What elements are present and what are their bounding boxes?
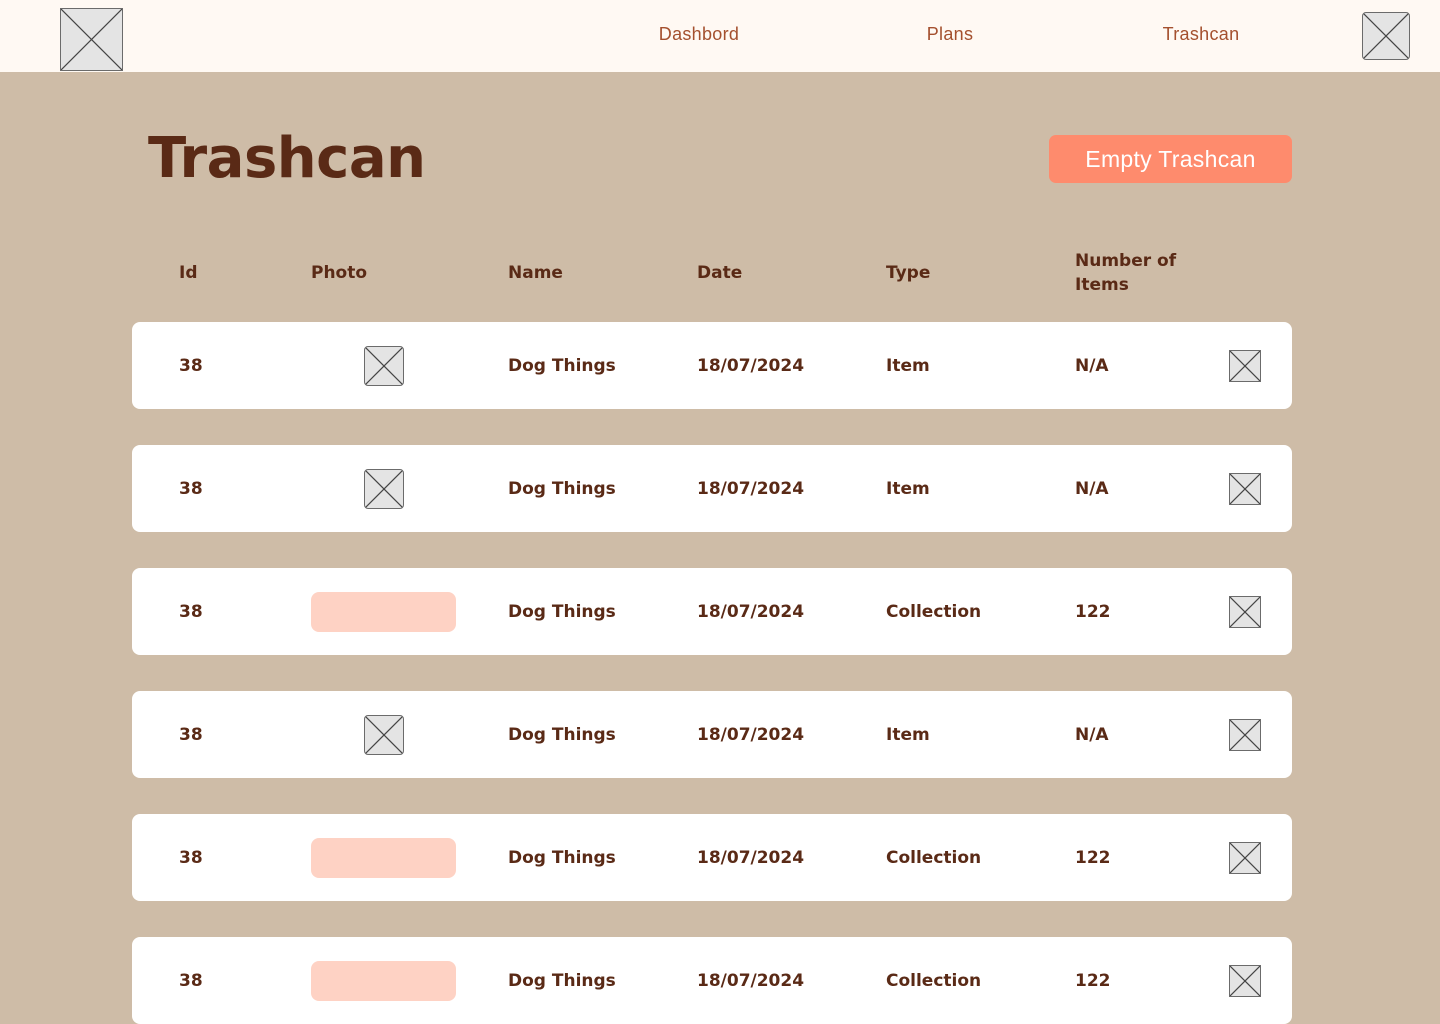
row-number-of-items: 122: [1075, 602, 1111, 622]
photo-placeholder-icon: [364, 469, 404, 509]
row-name: Dog Things: [508, 479, 616, 499]
row-action-placeholder-icon[interactable]: [1229, 473, 1261, 505]
row-number-of-items: N/A: [1075, 479, 1109, 499]
row-action-placeholder-icon[interactable]: [1229, 596, 1261, 628]
table-row[interactable]: 38 Dog Things 18/07/2024 Collection 122: [132, 814, 1292, 901]
row-id: 38: [179, 602, 203, 622]
table-row[interactable]: 38 Dog Things 18/07/2024 Item N/A: [132, 445, 1292, 532]
row-id: 38: [179, 356, 203, 376]
row-id: 38: [179, 848, 203, 868]
row-date: 18/07/2024: [697, 848, 805, 868]
nav-link-dashboard[interactable]: Dashbord: [659, 24, 739, 45]
header-type: Type: [886, 263, 931, 283]
row-name: Dog Things: [508, 971, 616, 991]
header-number-of-items: Number of Items: [1075, 251, 1177, 295]
row-type: Collection: [886, 971, 982, 991]
row-date: 18/07/2024: [697, 725, 805, 745]
row-date: 18/07/2024: [697, 602, 805, 622]
row-number-of-items: 122: [1075, 848, 1111, 868]
row-number-of-items: N/A: [1075, 356, 1109, 376]
row-type: Item: [886, 479, 930, 499]
photo-placeholder-icon: [364, 715, 404, 755]
row-date: 18/07/2024: [697, 479, 805, 499]
collection-photo-swatch: [311, 592, 456, 632]
row-id: 38: [179, 479, 203, 499]
row-action-placeholder-icon[interactable]: [1229, 965, 1261, 997]
table-row[interactable]: 38 Dog Things 18/07/2024 Collection 122: [132, 937, 1292, 1024]
collection-photo-swatch: [311, 838, 456, 878]
row-type: Item: [886, 725, 930, 745]
row-number-of-items: N/A: [1075, 725, 1109, 745]
row-id: 38: [179, 971, 203, 991]
top-nav-bar: Dashbord Plans Trashcan: [0, 0, 1440, 72]
page-title: Trashcan: [148, 126, 426, 191]
row-name: Dog Things: [508, 356, 616, 376]
row-name: Dog Things: [508, 602, 616, 622]
table-row[interactable]: 38 Dog Things 18/07/2024 Item N/A: [132, 322, 1292, 409]
nav-link-plans[interactable]: Plans: [927, 24, 974, 45]
logo-placeholder-icon[interactable]: [60, 8, 123, 71]
row-action-placeholder-icon[interactable]: [1229, 350, 1261, 382]
header-photo: Photo: [311, 263, 368, 283]
row-date: 18/07/2024: [697, 356, 805, 376]
row-name: Dog Things: [508, 725, 616, 745]
row-type: Collection: [886, 848, 982, 868]
header-date: Date: [697, 263, 743, 283]
row-action-placeholder-icon[interactable]: [1229, 719, 1261, 751]
header-name: Name: [508, 263, 563, 283]
empty-trashcan-button[interactable]: Empty Trashcan: [1049, 135, 1292, 183]
row-date: 18/07/2024: [697, 971, 805, 991]
row-number-of-items: 122: [1075, 971, 1111, 991]
row-type: Item: [886, 356, 930, 376]
collection-photo-swatch: [311, 961, 456, 1001]
row-name: Dog Things: [508, 848, 616, 868]
profile-placeholder-icon[interactable]: [1362, 12, 1410, 60]
table-row[interactable]: 38 Dog Things 18/07/2024 Item N/A: [132, 691, 1292, 778]
photo-placeholder-icon: [364, 346, 404, 386]
table-row[interactable]: 38 Dog Things 18/07/2024 Collection 122: [132, 568, 1292, 655]
row-type: Collection: [886, 602, 982, 622]
header-id: Id: [179, 263, 198, 283]
row-id: 38: [179, 725, 203, 745]
nav-link-trashcan[interactable]: Trashcan: [1163, 24, 1240, 45]
row-action-placeholder-icon[interactable]: [1229, 842, 1261, 874]
